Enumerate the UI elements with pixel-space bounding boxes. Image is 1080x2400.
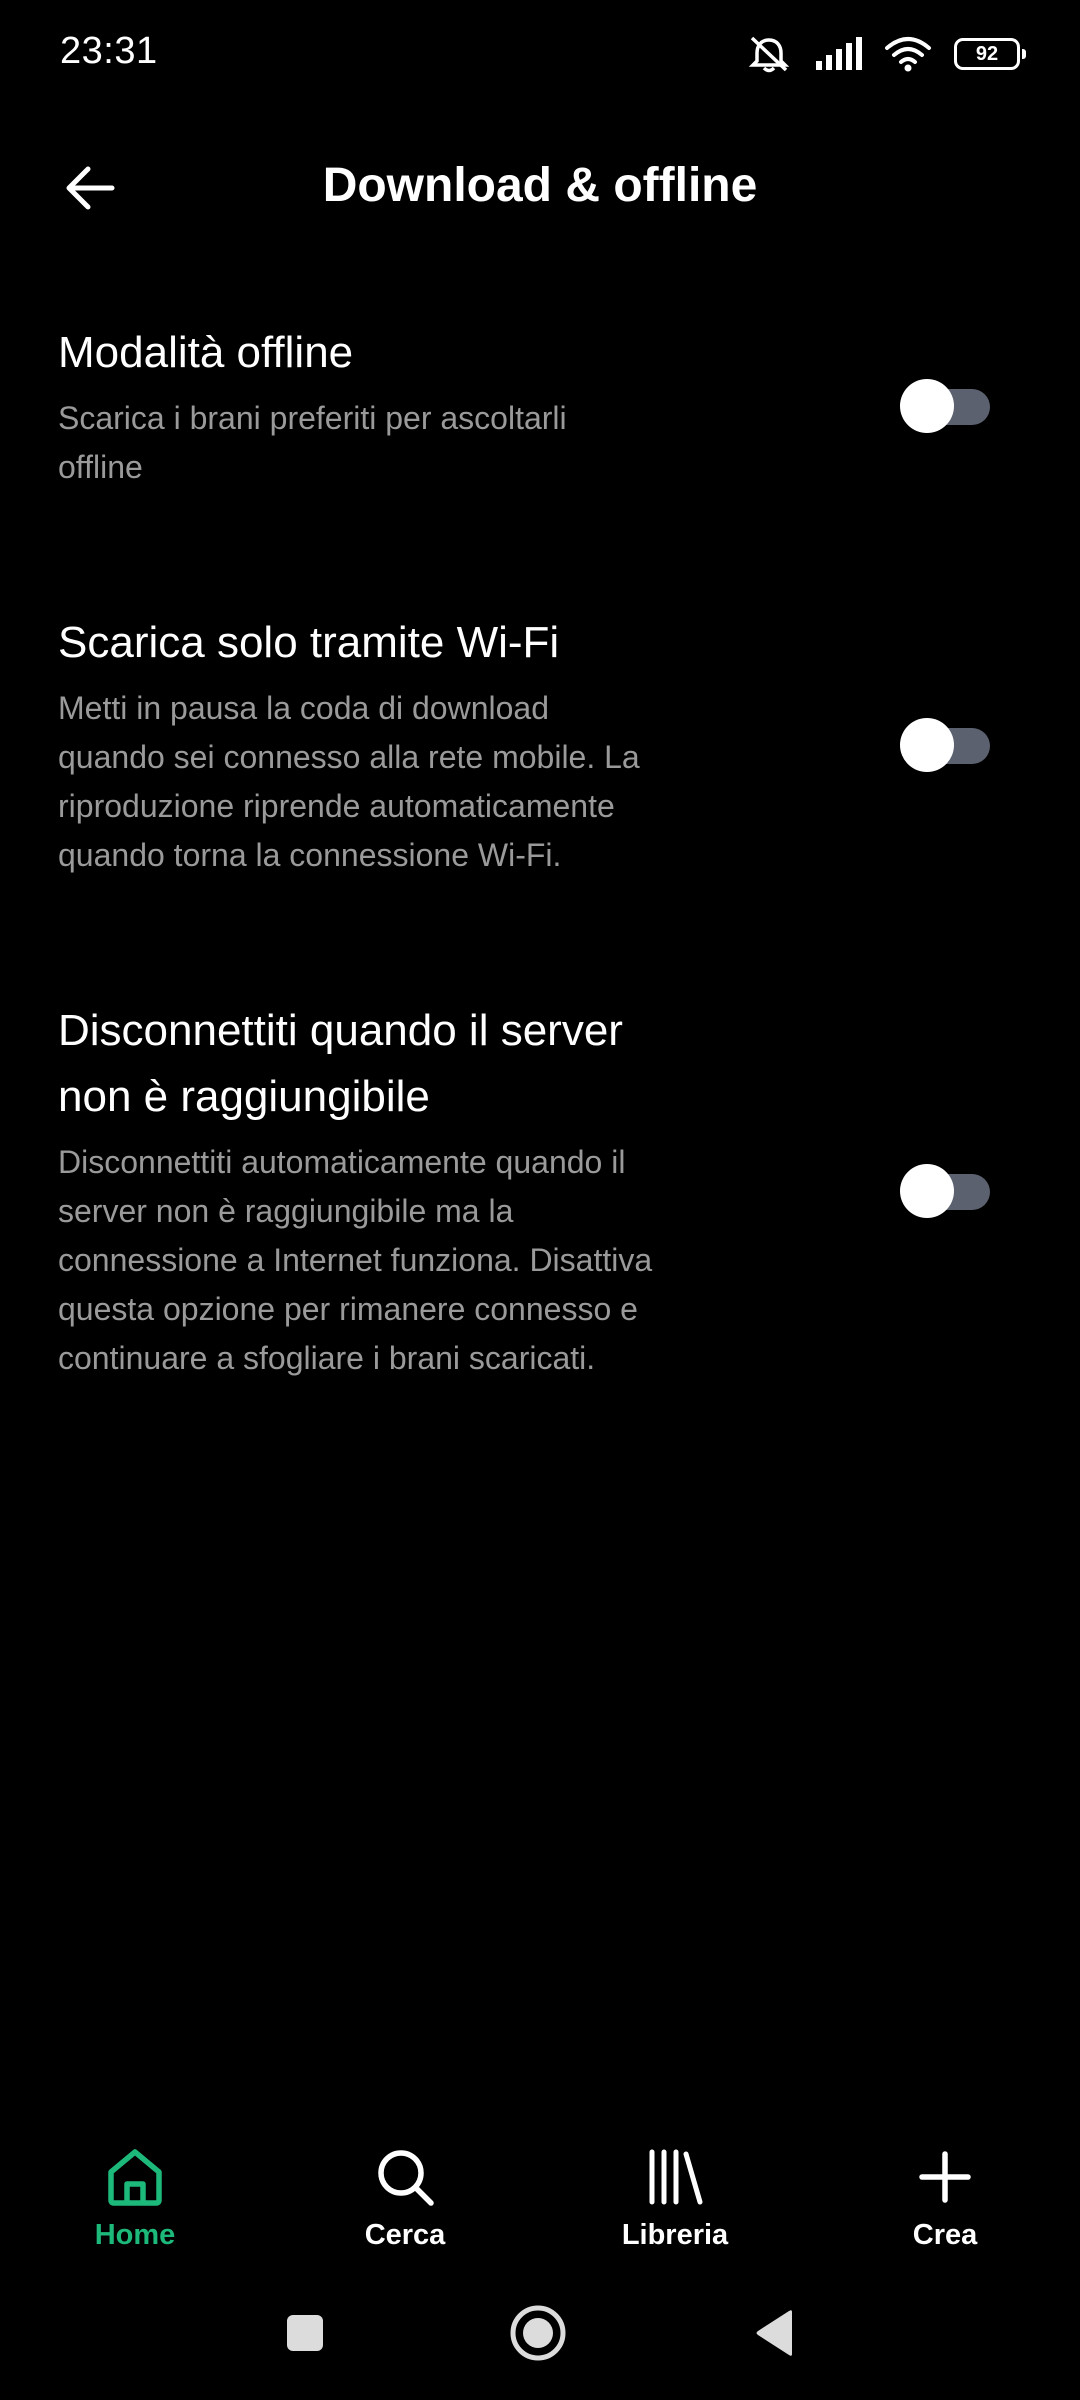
nav-item-home[interactable]: Home <box>0 2145 270 2265</box>
settings-list: Modalità offline Scarica i brani preferi… <box>58 300 1038 1383</box>
signal-icon <box>814 37 862 71</box>
setting-title: Modalità offline <box>58 328 354 377</box>
setting-description: Metti in pausa la coda di download quand… <box>58 690 640 873</box>
toggle-thumb <box>900 1163 954 1218</box>
home-circle-icon <box>509 2304 567 2367</box>
status-icons: 92 <box>746 34 1026 74</box>
nav-item-create[interactable]: Crea <box>810 2145 1080 2265</box>
page-title: Download & offline <box>322 159 758 212</box>
setting-text: Scarica solo tramite Wi-Fi Metti in paus… <box>58 610 658 880</box>
setting-title: Scarica solo tramite Wi-Fi <box>58 618 560 667</box>
bottom-nav: Home Cerca Libreria Crea <box>0 2145 1080 2265</box>
back-triangle-icon <box>752 2308 798 2363</box>
setting-title: Disconnettiti quando il server non è rag… <box>58 1006 623 1121</box>
offline-mode-toggle[interactable] <box>900 379 990 433</box>
setting-description: Disconnettiti automaticamente quando il … <box>58 1144 653 1376</box>
toggle-thumb <box>900 379 954 433</box>
wifi-only-toggle[interactable] <box>900 718 990 772</box>
setting-disconnect-unreachable: Disconnettiti quando il server non è rag… <box>58 998 1038 1383</box>
home-icon <box>103 2145 167 2209</box>
toggle-thumb <box>900 718 954 772</box>
system-nav-bar <box>0 2295 1080 2375</box>
setting-description: Scarica i brani preferiti per ascoltarli… <box>58 400 567 485</box>
status-time: 23:31 <box>60 30 158 72</box>
recents-button[interactable] <box>275 2305 335 2365</box>
search-icon <box>373 2145 437 2209</box>
library-icon <box>643 2145 707 2209</box>
nav-label: Home <box>94 2219 176 2251</box>
recents-square-icon <box>285 2313 325 2358</box>
battery-icon: 92 <box>954 38 1026 70</box>
nav-label: Cerca <box>364 2219 446 2251</box>
mute-icon <box>746 34 792 74</box>
back-system-button[interactable] <box>745 2305 805 2365</box>
battery-level: 92 <box>975 42 999 65</box>
setting-wifi-only: Scarica solo tramite Wi-Fi Metti in paus… <box>58 610 1038 880</box>
nav-label: Libreria <box>621 2219 729 2251</box>
nav-item-library[interactable]: Libreria <box>540 2145 810 2265</box>
setting-text: Modalità offline Scarica i brani preferi… <box>58 320 658 492</box>
status-bar: 23:31 92 <box>0 0 1080 110</box>
header: Download & offline <box>0 130 1080 240</box>
nav-label: Crea <box>912 2219 978 2251</box>
home-system-button[interactable] <box>508 2305 568 2365</box>
setting-offline-mode: Modalità offline Scarica i brani preferi… <box>58 320 1038 492</box>
disconnect-unreachable-toggle[interactable] <box>900 1163 990 1218</box>
nav-item-search[interactable]: Cerca <box>270 2145 540 2265</box>
setting-text: Disconnettiti quando il server non è rag… <box>58 998 658 1383</box>
plus-icon <box>913 2145 977 2209</box>
wifi-icon <box>884 36 932 72</box>
